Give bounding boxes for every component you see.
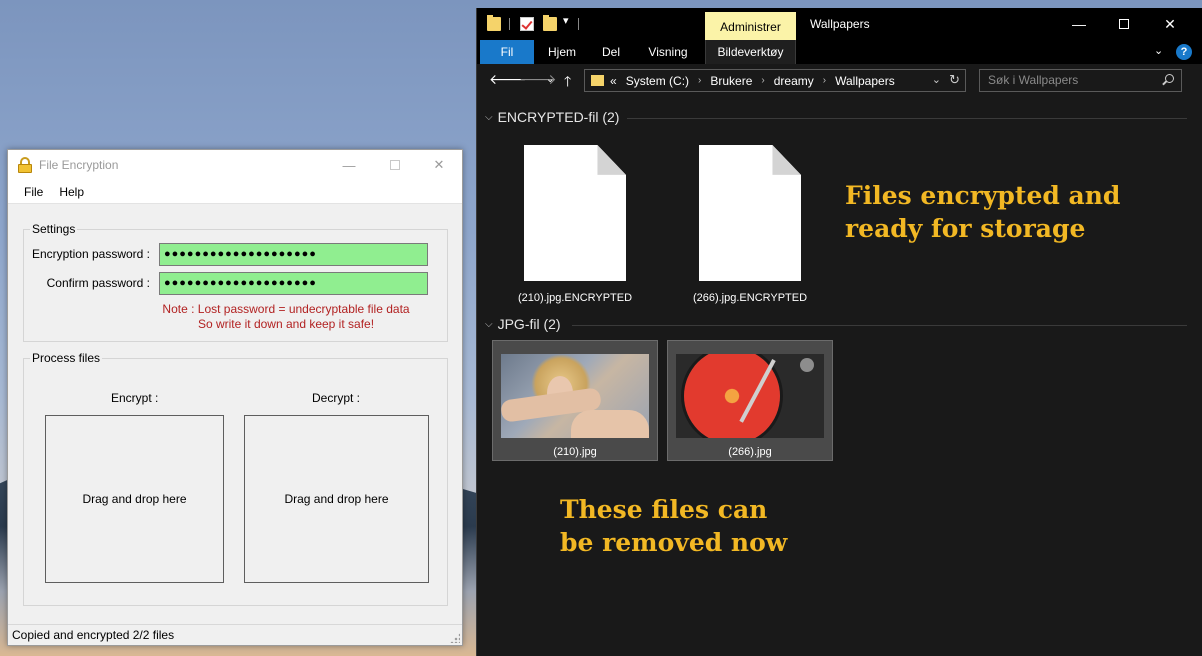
tab-hjem[interactable]: Hjem	[537, 40, 587, 64]
search-placeholder: Søk i Wallpapers	[988, 73, 1079, 87]
breadcrumb-brukere[interactable]: Brukere	[710, 74, 752, 88]
group-divider	[572, 325, 1187, 326]
explorer-titlebar[interactable]: ▾ Administrer Wallpapers — ✕	[477, 8, 1202, 40]
encrypt-drop-zone[interactable]: Drag and drop here	[45, 415, 224, 583]
recent-locations-chevron-icon[interactable]: ⌄	[546, 74, 554, 85]
group-header-encrypted[interactable]: ⌵ ENCRYPTED-fil (2)	[485, 109, 619, 125]
encrypt-label: Encrypt :	[111, 391, 159, 405]
annotation-removable-line-1: These files can	[560, 495, 768, 524]
status-text: Copied and encrypted 2/2 files	[12, 628, 175, 642]
navigation-bar: 🡐 🡒 ⌄ 🡑 « System (C:) › Brukere › dreamy…	[477, 64, 1202, 98]
status-bar: Copied and encrypted 2/2 files	[8, 624, 462, 645]
confirm-password-label: Confirm password :	[46, 276, 150, 290]
group-divider	[627, 118, 1187, 119]
jpg-file-label-266: (266).jpg	[728, 446, 772, 458]
encryption-password-label: Encryption password :	[31, 247, 150, 261]
close-button[interactable]: ✕	[416, 150, 462, 180]
explorer-window-title: Wallpapers	[810, 17, 870, 31]
help-icon[interactable]: ?	[1176, 44, 1192, 60]
refresh-icon[interactable]: ↻	[949, 72, 960, 88]
group-header-jpg[interactable]: ⌵ JPG-fil (2)	[485, 316, 561, 332]
ribbon-context-tab-administrer[interactable]: Administrer	[705, 12, 796, 40]
annotation-removable: These files can be removed now	[560, 493, 787, 559]
properties-icon[interactable]	[520, 17, 534, 31]
group-title-jpg: JPG-fil (2)	[497, 316, 561, 332]
encrypted-file-icon[interactable]	[699, 145, 801, 281]
search-input[interactable]: Søk i Wallpapers	[979, 69, 1182, 92]
collapse-chevron-icon[interactable]: ⌵	[485, 319, 493, 330]
image-thumbnail	[501, 354, 649, 438]
new-folder-icon[interactable]	[543, 15, 557, 31]
address-overflow[interactable]: «	[610, 74, 617, 88]
menu-help[interactable]: Help	[51, 185, 92, 199]
minimize-button[interactable]: —	[326, 150, 372, 180]
lock-icon	[17, 157, 33, 173]
resize-grip[interactable]	[450, 633, 460, 643]
up-arrow-icon[interactable]: 🡑	[564, 71, 571, 95]
address-folder-icon	[591, 75, 604, 86]
fe-menubar: File Help	[8, 180, 462, 204]
explorer-minimize-button[interactable]: —	[1056, 8, 1102, 40]
explorer-close-button[interactable]: ✕	[1147, 8, 1193, 40]
annotation-encrypted-line-1: Files encrypted and	[845, 181, 1121, 210]
encrypted-file-icon[interactable]	[524, 145, 626, 281]
breadcrumb-separator-icon[interactable]: ›	[698, 75, 701, 86]
annotation-encrypted-line-2: ready for storage	[845, 214, 1086, 243]
encrypted-file-label-266[interactable]: (266).jpg.ENCRYPTED	[679, 292, 821, 304]
encryption-password-field[interactable]: ●●●●●●●●●●●●●●●●●●●●	[159, 243, 428, 266]
tab-visning[interactable]: Visning	[635, 40, 701, 64]
search-icon[interactable]	[1165, 74, 1174, 83]
file-encryption-window: File Encryption — ✕ File Help Settings E…	[7, 149, 463, 646]
maximize-button[interactable]	[372, 150, 418, 180]
explorer-window: ▾ Administrer Wallpapers — ✕ Fil Hjem De…	[476, 8, 1202, 656]
image-thumbnail	[676, 354, 824, 438]
ribbon-tabs: Fil Hjem Del Visning Bildeverktøy ⌄ ?	[477, 40, 1202, 64]
address-dropdown-icon[interactable]: ⌄	[932, 73, 941, 86]
quick-access-separator-2	[578, 18, 579, 30]
quick-access-separator	[509, 18, 510, 30]
settings-legend: Settings	[30, 222, 78, 236]
password-warning-note: Note : Lost password = undecryptable fil…	[148, 302, 424, 332]
collapse-chevron-icon[interactable]: ⌵	[485, 112, 493, 123]
menu-file[interactable]: File	[16, 185, 51, 199]
encrypted-file-label-210[interactable]: (210).jpg.ENCRYPTED	[504, 292, 646, 304]
jpg-file-label-210: (210).jpg	[553, 446, 597, 458]
address-bar[interactable]: « System (C:) › Brukere › dreamy › Wallp…	[584, 69, 966, 92]
breadcrumb-wallpapers[interactable]: Wallpapers	[835, 74, 895, 88]
decrypt-drop-zone[interactable]: Drag and drop here	[244, 415, 429, 583]
explorer-maximize-button[interactable]	[1101, 8, 1147, 40]
confirm-password-field[interactable]: ●●●●●●●●●●●●●●●●●●●●	[159, 272, 428, 295]
breadcrumb-separator-icon[interactable]: ›	[823, 75, 826, 86]
fe-window-title: File Encryption	[39, 158, 119, 172]
tab-bildeverktoy[interactable]: Bildeverktøy	[705, 40, 796, 64]
tab-del[interactable]: Del	[590, 40, 632, 64]
breadcrumb-system-c[interactable]: System (C:)	[626, 74, 689, 88]
breadcrumb-separator-icon[interactable]: ›	[761, 75, 764, 86]
note-line-2: So write it down and keep it safe!	[197, 317, 375, 331]
group-title-encrypted: ENCRYPTED-fil (2)	[497, 109, 620, 125]
breadcrumb-dreamy[interactable]: dreamy	[774, 74, 814, 88]
jpg-file-tile-210[interactable]: (210).jpg	[492, 340, 658, 461]
decrypt-label: Decrypt :	[312, 391, 361, 405]
note-line-1: Note : Lost password = undecryptable fil…	[162, 302, 410, 316]
process-files-legend: Process files	[30, 351, 103, 365]
jpg-file-tile-266[interactable]: (266).jpg	[667, 340, 833, 461]
customize-quick-access-icon[interactable]: ▾	[563, 14, 569, 27]
folder-icon[interactable]	[487, 15, 501, 31]
tab-fil[interactable]: Fil	[480, 40, 534, 64]
annotation-removable-line-2: be removed now	[560, 528, 788, 557]
expand-ribbon-icon[interactable]: ⌄	[1154, 44, 1163, 57]
annotation-encrypted: Files encrypted and ready for storage	[845, 179, 1120, 245]
fe-titlebar[interactable]: File Encryption — ✕	[8, 150, 462, 180]
